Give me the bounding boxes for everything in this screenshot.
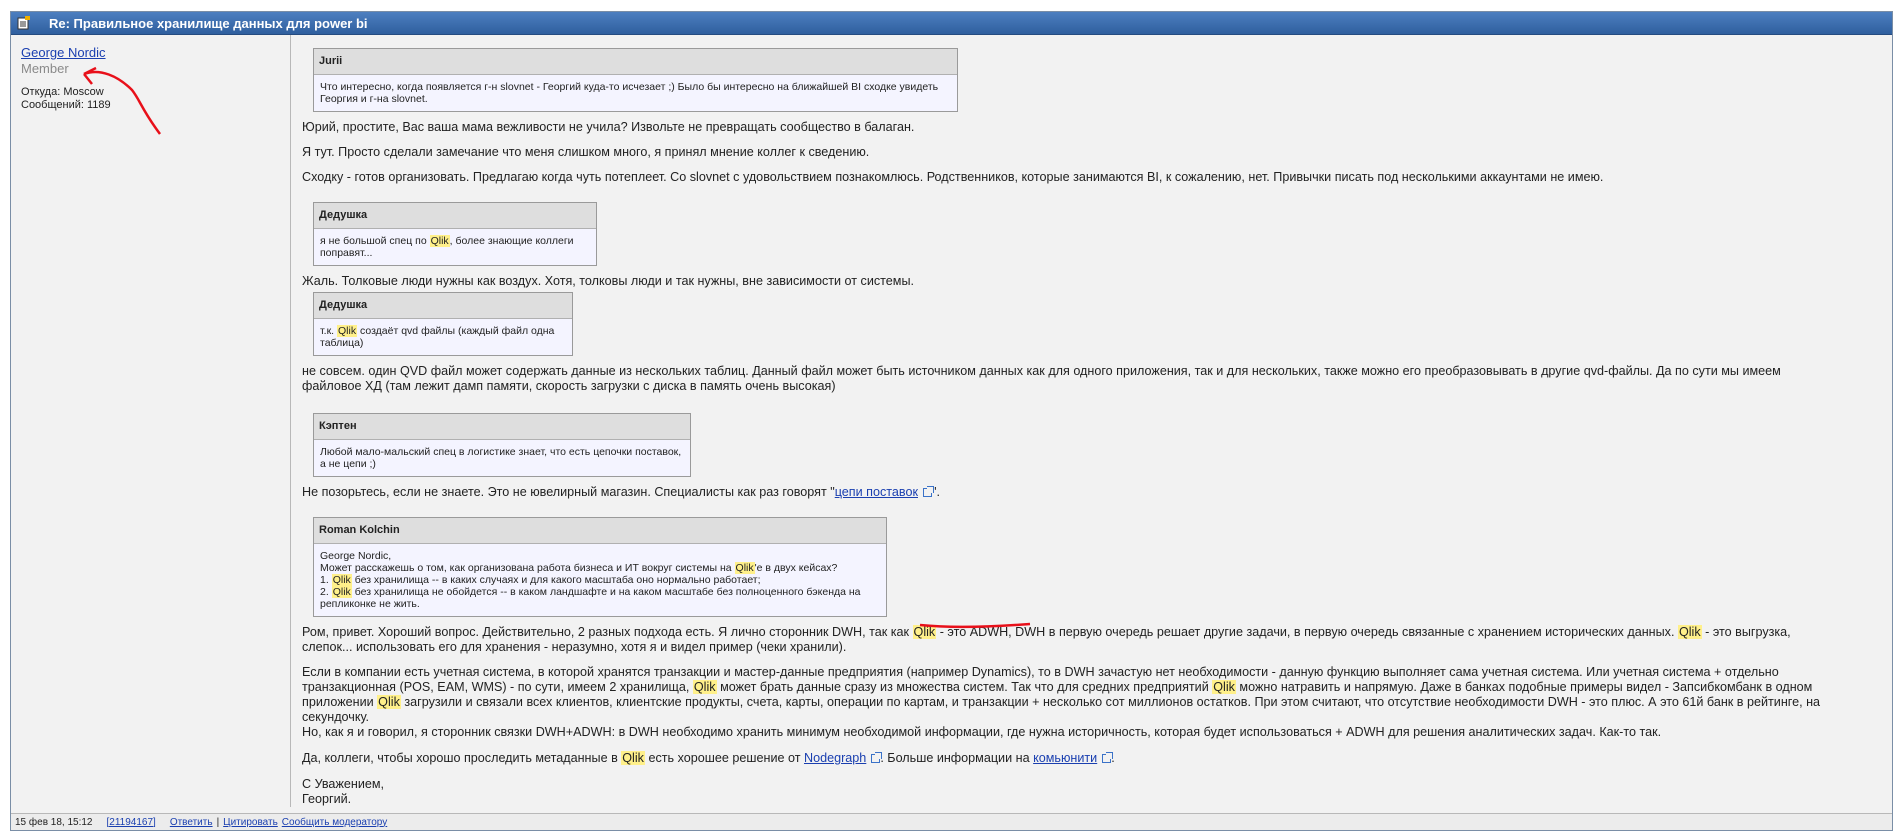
red-underline-annotation [919,622,1031,629]
red-arrow-head [83,66,97,85]
red-arrow-annotation [83,70,162,135]
red-annotation-overlay [83,66,1031,629]
